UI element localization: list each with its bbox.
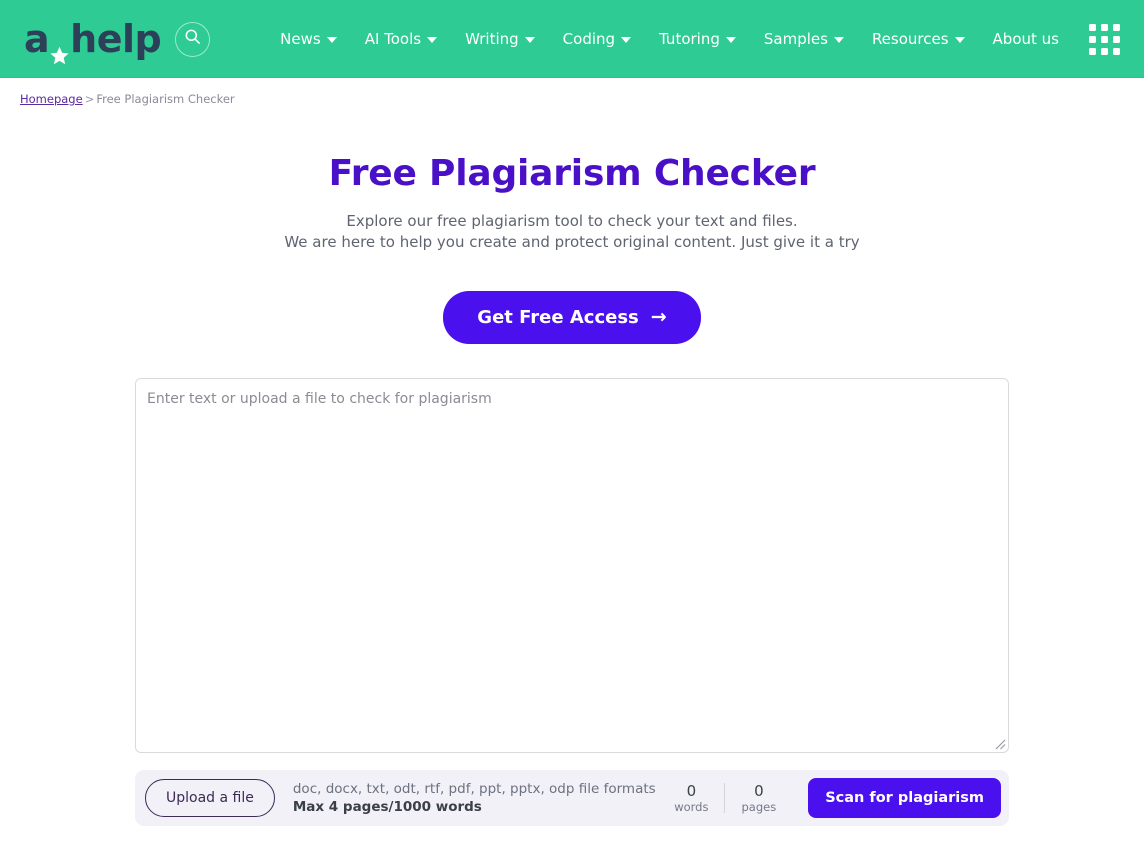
chevron-down-icon <box>524 37 535 43</box>
nav-label: News <box>280 30 321 48</box>
editor-toolbar: Upload a file doc, docx, txt, odt, rtf, … <box>135 770 1009 826</box>
breadcrumb-link-homepage[interactable]: Homepage <box>20 92 83 106</box>
logo-text-after: help <box>70 17 162 61</box>
search-button[interactable] <box>175 21 211 57</box>
nav-item-writing[interactable]: Writing <box>451 22 549 56</box>
counters: 0 words 0 pages Scan for plagiarism <box>658 778 1001 818</box>
chevron-down-icon <box>725 37 736 43</box>
search-icon <box>183 27 202 51</box>
nav-item-about-us[interactable]: About us <box>979 22 1073 56</box>
star-icon <box>50 33 69 64</box>
subtitle-line-2: We are here to help you create and prote… <box>284 233 860 251</box>
hero-section: Free Plagiarism Checker Explore our free… <box>0 153 1144 344</box>
nav-label: Resources <box>871 30 949 48</box>
nav-label: Coding <box>562 30 616 48</box>
grid-dot <box>1101 23 1108 31</box>
grid-dot <box>1113 47 1120 55</box>
page-title: Free Plagiarism Checker <box>328 153 816 194</box>
breadcrumb-current: Free Plagiarism Checker <box>96 92 235 106</box>
nav-item-samples[interactable]: Samples <box>750 22 858 56</box>
grid-dot <box>1113 23 1120 31</box>
nav-label: Writing <box>465 30 519 48</box>
nav-item-ai-tools[interactable]: AI Tools <box>351 22 451 56</box>
logo[interactable]: a help <box>24 17 211 64</box>
site-header: a help News AI Tools Writing Coding Tuto… <box>0 0 1144 78</box>
nav-item-coding[interactable]: Coding <box>549 22 645 56</box>
file-formats-info: doc, docx, txt, odt, rtf, pdf, ppt, pptx… <box>293 781 656 815</box>
nav-label: Samples <box>763 30 828 48</box>
grid-dot <box>1089 47 1096 55</box>
page-counter: 0 pages <box>725 782 792 814</box>
chevron-down-icon <box>621 37 632 43</box>
grid-dot <box>1101 35 1108 43</box>
supported-formats-text: doc, docx, txt, odt, rtf, pdf, ppt, pptx… <box>292 781 656 797</box>
nav-label: Tutoring <box>659 30 720 48</box>
grid-apps-icon[interactable] <box>1089 23 1120 55</box>
nav-item-tutoring[interactable]: Tutoring <box>645 22 750 56</box>
grid-dot <box>1101 47 1108 55</box>
scan-for-plagiarism-button[interactable]: Scan for plagiarism <box>808 778 1001 818</box>
nav-item-resources[interactable]: Resources <box>858 22 979 56</box>
get-free-access-button[interactable]: Get Free Access → <box>443 291 701 344</box>
word-count-value: 0 <box>686 782 697 800</box>
breadcrumb-separator: > <box>84 92 95 106</box>
chevron-down-icon <box>326 37 337 43</box>
cta-container: Get Free Access → <box>0 291 1144 344</box>
subtitle-line-1: Explore our free plagiarism tool to chec… <box>346 212 798 230</box>
chevron-down-icon <box>833 37 844 43</box>
max-limit-text: Max 4 pages/1000 words <box>292 799 482 815</box>
chevron-down-icon <box>427 37 438 43</box>
grid-dot <box>1113 35 1120 43</box>
editor-section: Enter text or upload a file to check for… <box>135 378 1009 826</box>
logo-text: a help <box>24 17 162 64</box>
logo-text-before: a <box>24 17 50 61</box>
nav-label: About us <box>992 30 1059 48</box>
arrow-right-icon: → <box>650 306 667 328</box>
chevron-down-icon <box>954 37 965 43</box>
page-count-value: 0 <box>754 782 764 800</box>
page-count-label: pages <box>741 800 777 814</box>
resize-handle-icon[interactable] <box>992 736 1006 750</box>
upload-a-file-button[interactable]: Upload a file <box>145 779 275 817</box>
main-navigation: News AI Tools Writing Coding Tutoring Sa… <box>266 22 1126 56</box>
word-count-label: words <box>674 800 709 814</box>
word-counter: 0 words <box>658 782 724 814</box>
page-subtitle: Explore our free plagiarism tool to chec… <box>0 211 1144 253</box>
nav-item-news[interactable]: News <box>266 22 351 56</box>
textarea-placeholder: Enter text or upload a file to check for… <box>147 391 492 407</box>
nav-label: AI Tools <box>364 30 422 48</box>
plagiarism-text-input[interactable]: Enter text or upload a file to check for… <box>135 378 1009 753</box>
cta-label: Get Free Access <box>477 307 639 328</box>
breadcrumb: Homepage > Free Plagiarism Checker <box>0 78 1144 106</box>
grid-dot <box>1089 35 1096 43</box>
grid-dot <box>1089 23 1096 31</box>
